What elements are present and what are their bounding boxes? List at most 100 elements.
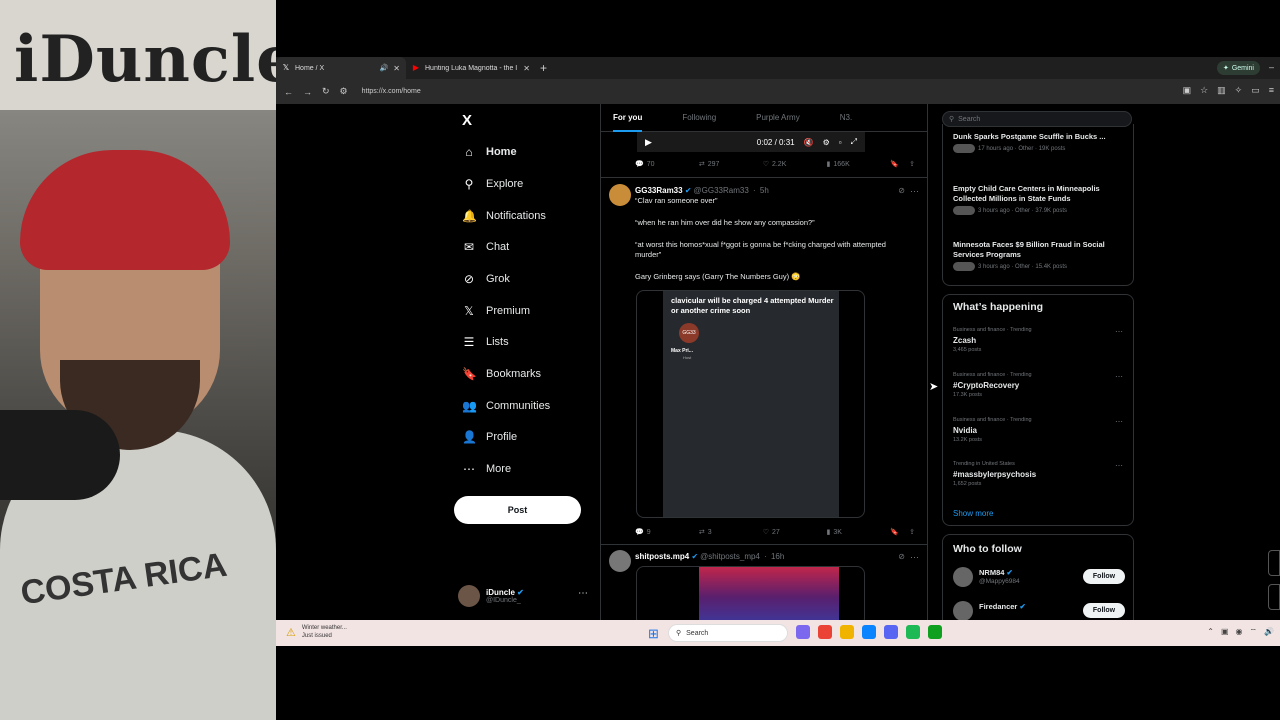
star-icon[interactable]: ☆ bbox=[1200, 85, 1208, 96]
follow-button[interactable]: Follow bbox=[1083, 569, 1125, 584]
install-icon[interactable]: ▣ bbox=[1183, 85, 1192, 96]
split-view-icon[interactable]: ▭ bbox=[1251, 85, 1260, 96]
share-icon[interactable]: ⇪ bbox=[909, 528, 915, 536]
grok-icon[interactable]: ⊘ bbox=[898, 552, 905, 561]
nav-profile[interactable]: 👤 Profile bbox=[462, 427, 517, 447]
menu-icon[interactable]: ≡ bbox=[1269, 85, 1274, 96]
show-more-link[interactable]: Show more bbox=[953, 509, 993, 518]
nav-explore[interactable]: ⚲ Explore bbox=[462, 174, 524, 194]
repost-button[interactable]: ⇄ 297 bbox=[699, 160, 763, 169]
post-author[interactable]: shitposts.mp4 ✔ @shitposts_mp4 · 16h bbox=[635, 552, 784, 561]
views-button[interactable]: ▮ 3K bbox=[827, 528, 891, 537]
nav-premium[interactable]: 𝕏 Premium bbox=[462, 301, 530, 321]
minimize-button[interactable]: – bbox=[1269, 62, 1274, 72]
sidebar-icon[interactable]: ▥ bbox=[1217, 85, 1226, 96]
avatar[interactable] bbox=[609, 184, 631, 206]
post-video[interactable]: clavicular will be charged 4 attempted M… bbox=[636, 290, 865, 518]
nav-more[interactable]: ⋯ More bbox=[462, 459, 511, 479]
post-video[interactable] bbox=[636, 566, 865, 620]
nav-lists[interactable]: ☰ Lists bbox=[462, 332, 509, 352]
trend-item[interactable]: Business and finance · Trending #CryptoRe… bbox=[953, 372, 1125, 398]
nav-bookmarks[interactable]: 🔖 Bookmarks bbox=[462, 364, 541, 384]
taskbar-search[interactable]: ⚲ Search bbox=[668, 624, 788, 642]
gemini-button[interactable]: ✦ Gemini bbox=[1216, 61, 1260, 75]
back-icon[interactable]: ← bbox=[284, 87, 293, 97]
url-field[interactable]: https://x.com/home bbox=[362, 88, 421, 95]
fullscreen-icon[interactable]: ⤢ bbox=[851, 137, 857, 147]
more-icon[interactable]: ⋯ bbox=[910, 186, 919, 197]
folder-icon[interactable] bbox=[840, 625, 854, 639]
volume-icon[interactable]: 🔊 bbox=[1264, 627, 1274, 637]
discord-icon[interactable] bbox=[884, 625, 898, 639]
nav-grok[interactable]: ⊘ Grok bbox=[462, 269, 510, 289]
post-author[interactable]: GG33Ram33 ✔ @GG33Ram33 · 5h bbox=[635, 186, 769, 195]
nav-chat[interactable]: ✉ Chat bbox=[462, 237, 509, 257]
edge-icon[interactable] bbox=[862, 625, 876, 639]
trend-item[interactable]: Business and finance · Trending Nvidia 13.… bbox=[953, 417, 1125, 443]
side-panel-handle[interactable] bbox=[1268, 584, 1280, 610]
follow-button[interactable]: Follow bbox=[1083, 603, 1125, 618]
copilot-icon[interactable] bbox=[796, 625, 810, 639]
more-icon[interactable]: ⋯ bbox=[1115, 417, 1123, 426]
news-item[interactable]: Minnesota Faces $9 Billion Fraud in Soci… bbox=[953, 240, 1125, 271]
more-icon[interactable]: ⋯ bbox=[1115, 461, 1123, 470]
like-button[interactable]: ♡ 2.2K bbox=[763, 160, 827, 169]
grok-icon[interactable]: ⊘ bbox=[898, 186, 905, 195]
play-icon[interactable]: ▶ bbox=[645, 137, 652, 148]
trend-item[interactable]: Trending in United States #massbylerpsych… bbox=[953, 461, 1125, 487]
close-icon[interactable]: ✕ bbox=[523, 64, 530, 73]
spotify-icon[interactable] bbox=[906, 625, 920, 639]
bookmark-icon[interactable]: 🔖 bbox=[890, 160, 899, 168]
repost-button[interactable]: ⇄ 3 bbox=[699, 528, 763, 537]
tab-hunting-luka[interactable]: ▶ Hunting Luka Magnotta - the I ✕ bbox=[406, 57, 536, 79]
x-logo-icon[interactable]: X bbox=[462, 112, 472, 129]
post-shitposts[interactable]: shitposts.mp4 ✔ @shitposts_mp4 · 16h ⊘ ⋯ bbox=[601, 550, 927, 620]
chevron-up-icon[interactable]: ⌃ bbox=[1207, 627, 1214, 637]
bookmark-icon[interactable]: 🔖 bbox=[890, 528, 899, 536]
views-button[interactable]: ▮ 166K bbox=[827, 160, 891, 169]
new-tab-button[interactable]: + bbox=[540, 61, 547, 75]
close-icon[interactable]: ✕ bbox=[393, 64, 400, 73]
news-item[interactable]: Empty Child Care Centers in Minneapolis … bbox=[953, 184, 1125, 215]
pip-icon[interactable]: ▫ bbox=[839, 138, 842, 147]
more-icon[interactable]: ⋯ bbox=[1115, 327, 1123, 336]
more-icon[interactable]: ⋯ bbox=[578, 588, 588, 599]
network-icon[interactable]: ⌔ bbox=[1250, 627, 1258, 637]
post-gg33[interactable]: GG33Ram33 ✔ @GG33Ram33 · 5h ⊘ ⋯ “Clav ran… bbox=[601, 184, 927, 544]
tab-following[interactable]: Following bbox=[670, 104, 728, 132]
tab-n3[interactable]: N3. bbox=[828, 104, 864, 132]
site-info-icon[interactable]: ⚙ bbox=[340, 86, 348, 97]
news-item[interactable]: Dunk Sparks Postgame Scuffle in Bucks ..… bbox=[953, 132, 1125, 153]
follow-suggestion[interactable]: NRM84 ✔ @Mappy6984 Follow bbox=[953, 567, 1125, 589]
forward-icon[interactable]: → bbox=[303, 87, 312, 97]
more-icon[interactable]: ⋯ bbox=[910, 552, 919, 563]
share-icon[interactable]: ⇪ bbox=[909, 160, 915, 168]
weather-widget[interactable]: ⚠ Winter weather... Just issued bbox=[286, 624, 347, 640]
avatar[interactable] bbox=[609, 550, 631, 572]
follow-suggestion[interactable]: Firedancer ✔ Follow bbox=[953, 601, 1125, 620]
app-icon[interactable] bbox=[928, 625, 942, 639]
tray-icon[interactable]: ▣ bbox=[1221, 627, 1229, 637]
post-button[interactable]: Post bbox=[454, 496, 581, 524]
tab-purple-army[interactable]: Purple Army bbox=[744, 104, 812, 132]
reload-icon[interactable]: ↻ bbox=[322, 86, 330, 97]
trend-item[interactable]: Business and finance · Trending Zcash 3,46… bbox=[953, 327, 1125, 353]
tray-icon[interactable]: ◉ bbox=[1236, 627, 1243, 637]
nav-communities[interactable]: 👥 Communities bbox=[462, 396, 550, 416]
account-switcher[interactable]: iDuncle ✔ @IDuncle_ ⋯ bbox=[458, 582, 588, 610]
tab-for-you[interactable]: For you bbox=[601, 104, 654, 132]
settings-icon[interactable]: ⚙ bbox=[823, 138, 830, 147]
more-icon[interactable]: ⋯ bbox=[1115, 372, 1123, 381]
like-button[interactable]: ♡ 27 bbox=[763, 528, 827, 537]
mute-icon[interactable]: 🔇 bbox=[804, 138, 814, 147]
side-panel-handle[interactable] bbox=[1268, 550, 1280, 576]
speaker-icon[interactable]: 🔊 bbox=[380, 64, 389, 72]
reply-button[interactable]: 💬 70 bbox=[635, 160, 699, 169]
nav-home[interactable]: ⌂ Home bbox=[462, 142, 516, 162]
tab-home-x[interactable]: 𝕏 Home / X 🔊 ✕ bbox=[276, 57, 406, 79]
chrome-icon[interactable] bbox=[818, 625, 832, 639]
reply-button[interactable]: 💬 9 bbox=[635, 528, 699, 537]
nav-notifications[interactable]: 🔔 Notifications bbox=[462, 206, 546, 226]
windows-start-icon[interactable]: ⊞ bbox=[648, 626, 659, 642]
extensions-icon[interactable]: ✧ bbox=[1235, 85, 1243, 96]
